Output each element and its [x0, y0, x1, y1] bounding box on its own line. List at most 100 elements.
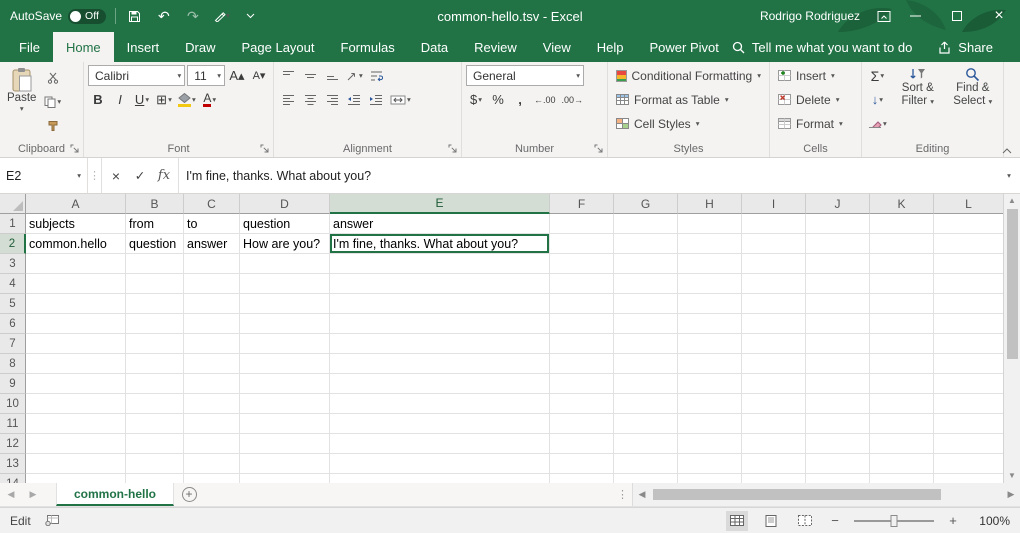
sheet-tab-common-hello[interactable]: common-hello: [56, 483, 174, 506]
tab-data[interactable]: Data: [408, 32, 461, 62]
cell-B12[interactable]: [126, 434, 184, 454]
scroll-right-icon[interactable]: ▶: [1002, 489, 1020, 500]
horizontal-scrollbar-track[interactable]: [651, 483, 1002, 506]
cell-K10[interactable]: [870, 394, 934, 414]
formula-input[interactable]: I'm fine, thanks. What about you?: [179, 158, 998, 193]
next-sheet-button[interactable]: ▶: [22, 483, 44, 506]
align-top-button[interactable]: [278, 65, 298, 86]
cell-K11[interactable]: [870, 414, 934, 434]
wrap-text-button[interactable]: [367, 65, 387, 86]
row-header-11[interactable]: 11: [0, 414, 26, 434]
cell-F3[interactable]: [550, 254, 614, 274]
cell-J6[interactable]: [806, 314, 870, 334]
column-header-L[interactable]: L: [934, 194, 1003, 214]
fill-color-button[interactable]: ▾: [176, 89, 198, 110]
number-format-combo[interactable]: General▾: [466, 65, 584, 86]
cell-E12[interactable]: [330, 434, 550, 454]
page-layout-view-button[interactable]: [760, 511, 782, 531]
cell-K1[interactable]: [870, 214, 934, 234]
row-header-10[interactable]: 10: [0, 394, 26, 414]
column-header-G[interactable]: G: [614, 194, 678, 214]
cell-B1[interactable]: from: [126, 214, 184, 234]
cell-G3[interactable]: [614, 254, 678, 274]
cell-E7[interactable]: [330, 334, 550, 354]
increase-decimal-button[interactable]: ←.00: [532, 89, 558, 110]
cell-C6[interactable]: [184, 314, 240, 334]
cell-B11[interactable]: [126, 414, 184, 434]
align-middle-button[interactable]: [300, 65, 320, 86]
tab-help[interactable]: Help: [584, 32, 637, 62]
column-header-K[interactable]: K: [870, 194, 934, 214]
cell-D2[interactable]: How are you?: [240, 234, 330, 254]
cell-A1[interactable]: subjects: [26, 214, 126, 234]
tab-draw[interactable]: Draw: [172, 32, 228, 62]
user-name[interactable]: Rodrigo Rodriguez: [760, 9, 860, 23]
cell-G12[interactable]: [614, 434, 678, 454]
cell-J11[interactable]: [806, 414, 870, 434]
cell-I12[interactable]: [742, 434, 806, 454]
cell-G14[interactable]: [614, 474, 678, 483]
cell-B8[interactable]: [126, 354, 184, 374]
column-header-C[interactable]: C: [184, 194, 240, 214]
clipboard-dialog-launcher[interactable]: [70, 144, 81, 155]
font-family-combo[interactable]: Calibri▾: [88, 65, 185, 86]
cell-A14[interactable]: [26, 474, 126, 483]
cell-J10[interactable]: [806, 394, 870, 414]
scroll-up-icon[interactable]: ▲: [1008, 196, 1016, 206]
cell-I11[interactable]: [742, 414, 806, 434]
align-bottom-button[interactable]: [322, 65, 342, 86]
ribbon-display-options-button[interactable]: [874, 5, 894, 27]
row-header-4[interactable]: 4: [0, 274, 26, 294]
cell-L7[interactable]: [934, 334, 1003, 354]
cell-L13[interactable]: [934, 454, 1003, 474]
cell-L10[interactable]: [934, 394, 1003, 414]
cell-E4[interactable]: [330, 274, 550, 294]
expand-formula-bar-button[interactable]: ▾: [998, 158, 1020, 193]
cell-H5[interactable]: [678, 294, 742, 314]
cell-H3[interactable]: [678, 254, 742, 274]
cell-L8[interactable]: [934, 354, 1003, 374]
cell-F4[interactable]: [550, 274, 614, 294]
conditional-formatting-button[interactable]: Conditional Formatting▾: [612, 65, 765, 86]
cell-I8[interactable]: [742, 354, 806, 374]
tab-formulas[interactable]: Formulas: [328, 32, 408, 62]
cell-D8[interactable]: [240, 354, 330, 374]
cell-I13[interactable]: [742, 454, 806, 474]
zoom-out-button[interactable]: −: [828, 513, 842, 528]
save-button[interactable]: [125, 5, 145, 27]
zoom-slider[interactable]: [854, 520, 934, 522]
cell-K13[interactable]: [870, 454, 934, 474]
cell-K7[interactable]: [870, 334, 934, 354]
cell-B3[interactable]: [126, 254, 184, 274]
scroll-down-icon[interactable]: ▼: [1008, 471, 1016, 481]
cell-C10[interactable]: [184, 394, 240, 414]
column-header-D[interactable]: D: [240, 194, 330, 214]
column-header-B[interactable]: B: [126, 194, 184, 214]
cell-G2[interactable]: [614, 234, 678, 254]
cell-G10[interactable]: [614, 394, 678, 414]
cell-J8[interactable]: [806, 354, 870, 374]
bold-button[interactable]: B: [88, 89, 108, 110]
maximize-button[interactable]: [936, 0, 978, 32]
cell-C3[interactable]: [184, 254, 240, 274]
cell-H6[interactable]: [678, 314, 742, 334]
normal-view-button[interactable]: [726, 511, 748, 531]
cell-D5[interactable]: [240, 294, 330, 314]
cell-F10[interactable]: [550, 394, 614, 414]
format-painter-button[interactable]: [42, 115, 63, 136]
cell-J9[interactable]: [806, 374, 870, 394]
cell-B5[interactable]: [126, 294, 184, 314]
cell-D10[interactable]: [240, 394, 330, 414]
sort-filter-button[interactable]: Sort & Filter ▾: [892, 65, 944, 134]
cell-I6[interactable]: [742, 314, 806, 334]
cell-I1[interactable]: [742, 214, 806, 234]
align-left-button[interactable]: [278, 89, 298, 110]
decrease-decimal-button[interactable]: .00→: [560, 89, 586, 110]
cell-A11[interactable]: [26, 414, 126, 434]
grow-font-button[interactable]: A▴: [227, 65, 247, 86]
align-center-button[interactable]: [300, 89, 320, 110]
row-header-5[interactable]: 5: [0, 294, 26, 314]
cell-I2[interactable]: [742, 234, 806, 254]
cell-B4[interactable]: [126, 274, 184, 294]
cell-H11[interactable]: [678, 414, 742, 434]
